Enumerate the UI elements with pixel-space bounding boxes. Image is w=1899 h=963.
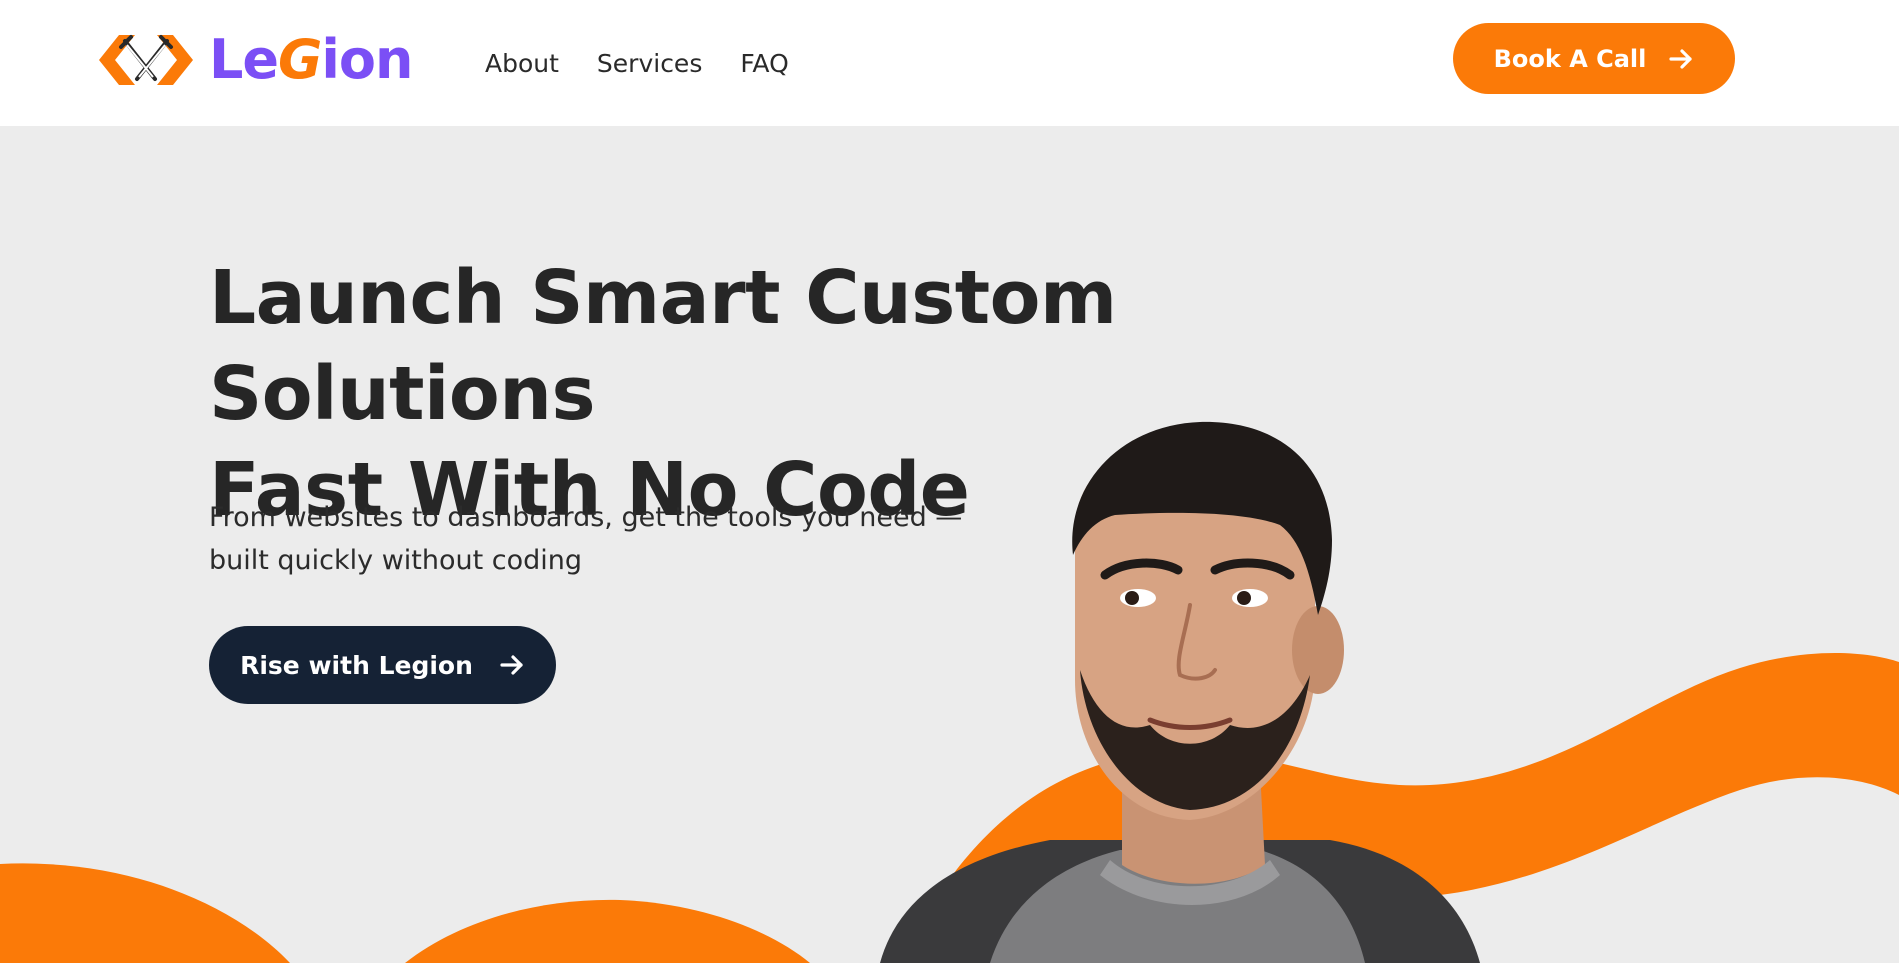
nav-item-about[interactable]: About (485, 46, 559, 82)
book-a-call-label: Book A Call (1493, 44, 1647, 73)
hero-title: Launch Smart Custom Solutions Fast With … (209, 250, 1509, 538)
bottom-middle-wave (405, 899, 810, 963)
bottom-left-wave (0, 863, 290, 963)
hero-title-line-1: Launch Smart Custom Solutions (209, 255, 1117, 437)
rise-with-legion-button[interactable]: Rise with Legion (209, 626, 556, 704)
nav-item-faq[interactable]: FAQ (740, 46, 788, 82)
rise-with-legion-label: Rise with Legion (240, 650, 473, 680)
main-nav: About Services FAQ (485, 46, 789, 82)
book-a-call-button[interactable]: Book A Call (1453, 23, 1735, 94)
hero-subtitle-line-1: From websites to dashboards, get the too… (209, 502, 963, 533)
legion-wordmark: LeGion (209, 28, 413, 91)
hero-subtitle-line-2: built quickly without coding (209, 545, 583, 576)
site-header: LeGion About Services FAQ Book A Call (0, 0, 1899, 126)
nav-item-services[interactable]: Services (597, 46, 702, 82)
hero-subtitle: From websites to dashboards, get the too… (209, 496, 1029, 582)
arrow-right-icon (1669, 48, 1692, 69)
arrow-right-icon (500, 655, 523, 675)
legion-logo[interactable]: LeGion (97, 27, 413, 93)
legion-logo-icon (99, 35, 193, 85)
landing-page: LeGion About Services FAQ Book A Call La… (0, 0, 1899, 963)
